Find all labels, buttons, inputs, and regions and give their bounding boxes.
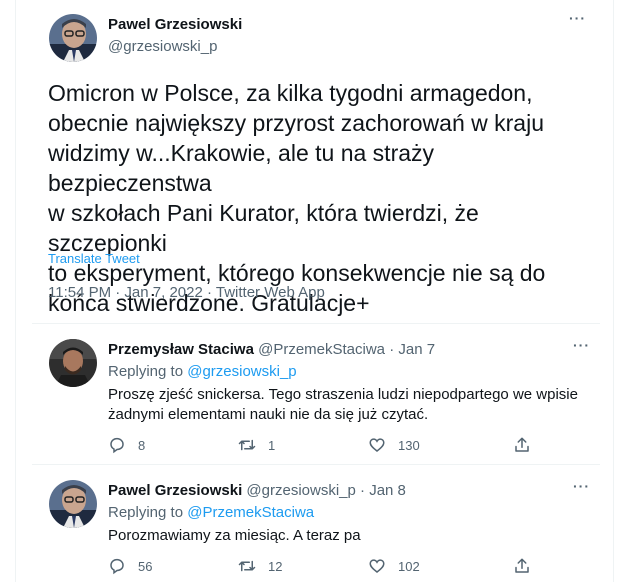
share-button[interactable] bbox=[513, 435, 531, 455]
replying-label: Replying to bbox=[108, 504, 184, 521]
retweet-icon bbox=[238, 439, 256, 451]
replying-to: Replying to @PrzemekStaciwa bbox=[108, 504, 314, 521]
replying-mention[interactable]: @grzesiowski_p bbox=[187, 363, 296, 380]
avatar[interactable] bbox=[49, 14, 97, 62]
like-icon bbox=[369, 559, 385, 573]
reply-tweet[interactable]: Pawel Grzesiowski @grzesiowski_p · Jan 8… bbox=[32, 466, 600, 582]
retweet-button[interactable]: 1 bbox=[238, 435, 275, 455]
share-button[interactable] bbox=[513, 556, 531, 576]
author-name[interactable]: Przemysław Staciwa bbox=[108, 341, 254, 358]
tweet-actions: 8 1 130 bbox=[108, 435, 548, 455]
tweet-date[interactable]: Jan 8 bbox=[369, 482, 406, 499]
tweet-text: Omicron w Polsce, za kilka tygodni armag… bbox=[48, 80, 546, 316]
more-icon[interactable]: ··· bbox=[569, 10, 586, 26]
reply-button[interactable]: 56 bbox=[108, 556, 152, 576]
author-handle[interactable]: @grzesiowski_p bbox=[108, 38, 217, 55]
share-icon bbox=[515, 437, 529, 452]
retweet-count: 12 bbox=[268, 558, 283, 574]
more-icon[interactable]: ··· bbox=[573, 337, 590, 353]
reply-icon bbox=[110, 558, 124, 575]
retweet-button[interactable]: 12 bbox=[238, 556, 282, 576]
reply-header: Przemysław Staciwa @PrzemekStaciwa · Jan… bbox=[108, 341, 435, 358]
reply-button[interactable]: 8 bbox=[108, 435, 145, 455]
author-name[interactable]: Pawel Grzesiowski bbox=[108, 482, 242, 499]
translate-tweet-link[interactable]: Translate Tweet bbox=[48, 251, 140, 266]
retweet-icon bbox=[238, 560, 256, 572]
like-button[interactable]: 102 bbox=[368, 556, 420, 576]
share-icon bbox=[515, 558, 529, 573]
author-handle[interactable]: @grzesiowski_p bbox=[246, 482, 355, 499]
timeline-frame: Pawel Grzesiowski @grzesiowski_p ··· Omi… bbox=[15, 0, 614, 582]
like-count: 130 bbox=[398, 437, 420, 453]
replying-mention[interactable]: @PrzemekStaciwa bbox=[187, 504, 314, 521]
author-handle[interactable]: @PrzemekStaciwa bbox=[258, 341, 385, 358]
replying-to: Replying to @grzesiowski_p bbox=[108, 363, 297, 380]
avatar[interactable] bbox=[49, 339, 97, 387]
reply-icon bbox=[110, 437, 124, 454]
reply-count: 8 bbox=[138, 437, 146, 453]
main-tweet: Pawel Grzesiowski @grzesiowski_p ··· Omi… bbox=[32, 0, 600, 324]
author-name[interactable]: Pawel Grzesiowski bbox=[108, 16, 242, 33]
retweet-count: 1 bbox=[268, 437, 276, 453]
like-icon bbox=[369, 438, 385, 452]
reply-tweet[interactable]: Przemysław Staciwa @PrzemekStaciwa · Jan… bbox=[32, 325, 600, 465]
avatar[interactable] bbox=[49, 480, 97, 528]
reply-header: Pawel Grzesiowski @grzesiowski_p · Jan 8 bbox=[108, 482, 406, 499]
reply-text: Proszę zjeść snickersa. Tego straszenia … bbox=[108, 386, 578, 423]
more-icon[interactable]: ··· bbox=[573, 478, 590, 494]
like-count: 102 bbox=[398, 558, 420, 574]
replying-label: Replying to bbox=[108, 363, 184, 380]
like-button[interactable]: 130 bbox=[368, 435, 420, 455]
reply-count: 56 bbox=[138, 558, 153, 574]
tweet-date[interactable]: Jan 7 bbox=[398, 341, 435, 358]
tweet-meta[interactable]: 11:54 PM · Jan 7, 2022 · Twitter Web App bbox=[48, 284, 325, 301]
separator: · bbox=[360, 482, 366, 499]
reply-text: Porozmawiamy za miesiąc. A teraz pa bbox=[108, 527, 361, 544]
separator: · bbox=[389, 341, 395, 358]
tweet-actions: 56 12 102 bbox=[108, 556, 548, 576]
